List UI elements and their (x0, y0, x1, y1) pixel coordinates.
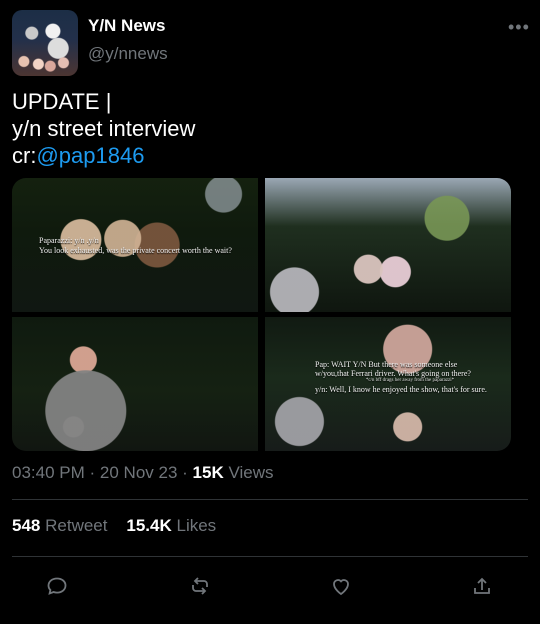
media-image-4[interactable]: Pap: WAIT Y/N But there was someone else… (265, 317, 511, 451)
views-label: Views (228, 463, 274, 482)
media-image-1[interactable]: Paparazzi: y/n .y/n You look exhausted, … (12, 178, 258, 312)
caption-4-line-4: y/n: Well, I know he enjoyed the show, t… (315, 385, 487, 394)
tweet-text: UPDATE | y/n street interview cr:@pap184… (12, 88, 528, 169)
retweet-icon (192, 577, 208, 595)
tweet-line-1: UPDATE | (12, 89, 112, 114)
divider-top (12, 499, 528, 500)
image-scene-2 (265, 178, 511, 312)
caption-1-line-1: Paparazzi: y/n .y/n (39, 236, 99, 245)
more-icon[interactable]: ••• (508, 18, 529, 36)
tweet-line-3: cr:@pap1846 (12, 142, 528, 169)
reply-icon (47, 577, 67, 595)
tweet-line-2: y/n street interview (12, 116, 196, 141)
caption-1-line-2: You look exhausted, was the private conc… (39, 246, 232, 255)
display-name[interactable]: Y/N News (88, 16, 165, 36)
likes-label[interactable]: Likes (177, 516, 217, 535)
engagement-stats: 548 Retweet 15.4K Likes (12, 516, 216, 536)
tweet-time: 03:40 PM (12, 463, 85, 482)
avatar[interactable] (12, 10, 78, 76)
handle[interactable]: @y/nnews (88, 44, 168, 64)
action-bar (0, 568, 540, 604)
divider-bottom (12, 556, 528, 557)
media-grid: Paparazzi: y/n .y/n You look exhausted, … (12, 178, 511, 451)
like-button[interactable] (321, 568, 361, 604)
views-count: 15K (192, 463, 224, 482)
separator-1: · (89, 463, 96, 482)
image-scene-3 (12, 317, 258, 451)
image-scene-4 (265, 317, 511, 451)
retweet-button[interactable] (180, 568, 220, 604)
retweet-count[interactable]: 548 (12, 516, 40, 535)
media-image-3[interactable] (12, 317, 258, 451)
reply-button[interactable] (37, 568, 77, 604)
like-icon (333, 579, 349, 596)
image-caption-4-top: Pap: WAIT Y/N But there was someone else… (315, 360, 505, 378)
separator-2: · (182, 463, 188, 482)
media-image-2[interactable] (265, 178, 511, 312)
caption-4-line-1: Pap: WAIT Y/N But there was someone else (315, 360, 458, 369)
credit-prefix: cr: (12, 143, 37, 168)
share-button[interactable] (462, 568, 502, 604)
tweet-date: 20 Nov 23 (99, 463, 178, 482)
caption-4-line-3: *c/n bff drags her away from the paparaz… (365, 378, 455, 383)
credit-link[interactable]: @pap1846 (36, 143, 144, 168)
share-icon (474, 577, 490, 594)
tweet-metadata: 03:40 PM · 20 Nov 23 · 15K Views (12, 463, 274, 483)
image-caption-1: Paparazzi: y/n .y/n You look exhausted, … (39, 236, 249, 256)
tweet-header: Y/N News @y/nnews ••• (12, 10, 529, 76)
likes-count[interactable]: 15.4K (126, 516, 171, 535)
retweet-label[interactable]: Retweet (45, 516, 107, 535)
